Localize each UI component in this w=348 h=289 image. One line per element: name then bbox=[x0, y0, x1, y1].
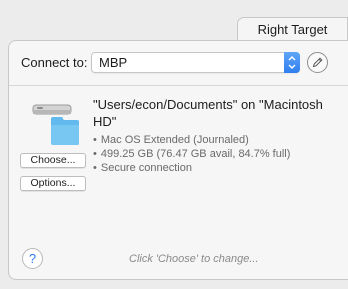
help-button[interactable]: ? bbox=[22, 248, 43, 269]
choose-button[interactable]: Choose... bbox=[20, 153, 86, 168]
volume-capacity: 499.25 GB (76.47 GB avail, 84.7% full) bbox=[93, 147, 343, 161]
connect-to-value: MBP bbox=[99, 55, 128, 70]
edit-connection-button[interactable] bbox=[307, 52, 328, 73]
drive-with-folder-icon bbox=[31, 103, 81, 147]
updown-arrows-icon bbox=[284, 52, 300, 73]
connect-to-label: Connect to: bbox=[21, 55, 88, 70]
hint-text: Click 'Choose' to change... bbox=[129, 253, 259, 265]
volume-title: "Users/econ/Documents" on "Macintosh HD" bbox=[93, 97, 323, 129]
right-target-window: Right Target Connect to: MBP Choose... O… bbox=[0, 0, 348, 289]
volume-details: Mac OS Extended (Journaled) 499.25 GB (7… bbox=[93, 133, 343, 175]
target-panel: Connect to: MBP Choose... Options... "Us… bbox=[8, 40, 348, 280]
pencil-icon bbox=[312, 57, 323, 68]
volume-format: Mac OS Extended (Journaled) bbox=[93, 133, 343, 147]
connection-status: Secure connection bbox=[93, 161, 343, 175]
options-button[interactable]: Options... bbox=[20, 176, 86, 191]
connect-to-select[interactable]: MBP bbox=[91, 52, 300, 73]
tab-right-target[interactable]: Right Target bbox=[237, 17, 348, 41]
section-divider bbox=[9, 85, 348, 86]
